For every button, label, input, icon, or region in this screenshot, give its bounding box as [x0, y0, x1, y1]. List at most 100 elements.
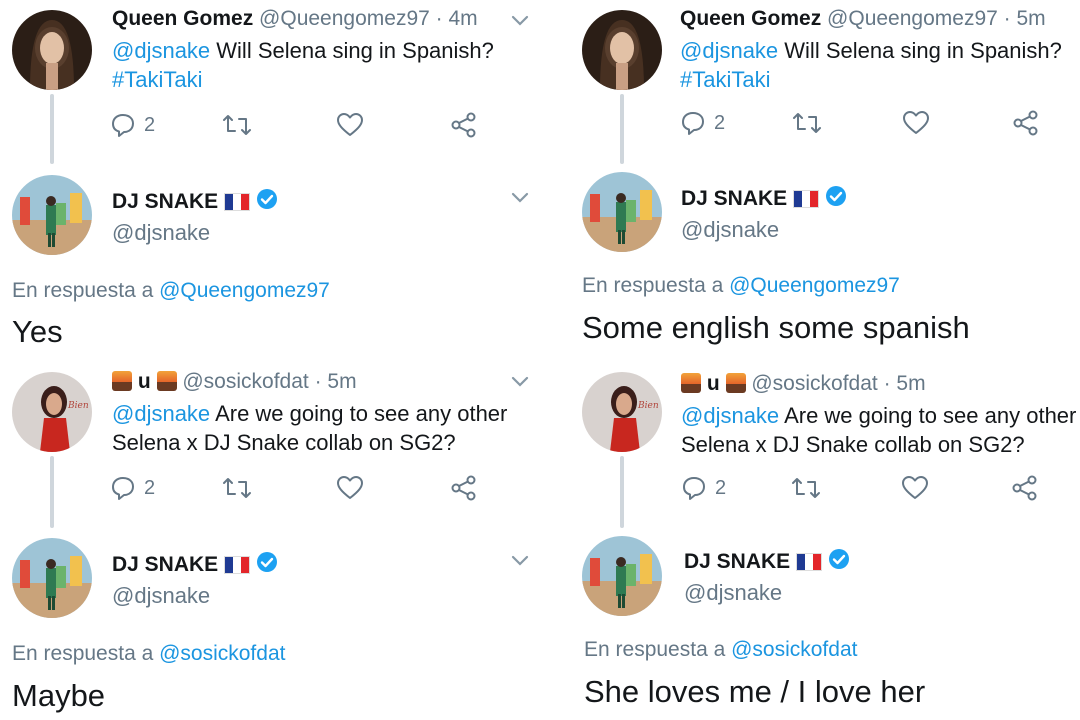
share-icon: [1012, 475, 1037, 501]
like-button[interactable]: [902, 108, 930, 138]
avatar-djsnake[interactable]: [582, 536, 662, 616]
reply-button[interactable]: 2: [110, 110, 155, 140]
retweet-button[interactable]: [792, 108, 822, 138]
avatar-djsnake[interactable]: [12, 175, 92, 255]
retweet-button[interactable]: [222, 110, 252, 140]
share-button[interactable]: [450, 110, 478, 140]
share-button[interactable]: [1011, 473, 1039, 503]
share-icon: [1013, 110, 1038, 136]
chevron-down-icon[interactable]: [511, 192, 529, 204]
reply-count: 2: [144, 476, 156, 499]
author-name[interactable]: DJ SNAKE: [112, 553, 218, 577]
volcano-emoji-icon: [156, 371, 177, 391]
thread-connector: [50, 456, 54, 528]
chevron-down-icon[interactable]: [511, 555, 529, 567]
author-handle[interactable]: @djsnake: [681, 217, 779, 243]
svg-text:Bien: Bien: [637, 401, 659, 411]
avatar-djsnake[interactable]: [12, 538, 92, 618]
tweet-time: · 4m: [435, 7, 478, 30]
reply-to-link[interactable]: @Queengomez97: [159, 279, 330, 302]
avatar-djsnake[interactable]: [582, 172, 662, 252]
hashtag-link[interactable]: #TakiTaki: [112, 67, 202, 92]
reply-button[interactable]: 2: [110, 473, 155, 503]
author-name-line: DJ SNAKE: [112, 551, 278, 579]
thread-connector: [50, 94, 54, 164]
author-name[interactable]: DJ SNAKE: [112, 190, 218, 214]
tweet-text: @djsnake Will Selena sing in Spanish?: [680, 36, 1062, 65]
volcano-emoji-icon: [681, 373, 701, 393]
author-handle[interactable]: @djsnake: [112, 583, 210, 609]
reply-to-link[interactable]: @sosickofdat: [159, 642, 285, 665]
france-flag-icon: [796, 553, 823, 571]
tweet-body: Are we going to see any other: [779, 403, 1077, 428]
tweet-time: · 5m: [1003, 7, 1046, 30]
hashtag-link[interactable]: #TakiTaki: [680, 67, 770, 92]
avatar-sosickofdat[interactable]: Bien: [582, 372, 662, 452]
like-button[interactable]: [336, 110, 364, 140]
author-handle[interactable]: @sosickofdat: [751, 372, 877, 395]
tweet-actions: 2: [110, 110, 490, 140]
france-flag-icon: [224, 556, 251, 574]
author-name[interactable]: DJ SNAKE: [684, 550, 790, 574]
france-flag-icon: [793, 190, 820, 208]
verified-badge-icon: [256, 551, 278, 579]
tweet-text: @djsnake Will Selena sing in Spanish?: [112, 36, 494, 65]
author-name[interactable]: Queen Gomez: [680, 7, 821, 30]
tweet-time: · 5m: [314, 370, 357, 393]
mention-link[interactable]: @djsnake: [112, 38, 210, 63]
author-name[interactable]: u: [138, 370, 151, 393]
verified-badge-icon: [825, 185, 847, 213]
retweet-icon: [793, 113, 821, 133]
screenshot-panel-right: Queen Gomez @Queengomez97 · 5m @djsnake …: [540, 0, 1080, 720]
retweet-button[interactable]: [791, 473, 821, 503]
author-name[interactable]: DJ SNAKE: [681, 187, 787, 211]
volcano-emoji-icon: [112, 371, 132, 391]
like-icon: [337, 476, 363, 499]
tweet-header: Queen Gomez @Queengomez97 · 5m: [680, 7, 1046, 31]
author-name[interactable]: u: [707, 372, 720, 395]
reply-button[interactable]: 2: [681, 473, 726, 503]
share-button[interactable]: [450, 473, 478, 503]
reply-button[interactable]: 2: [680, 108, 725, 138]
mention-link[interactable]: @djsnake: [681, 403, 779, 428]
author-handle[interactable]: @sosickofdat: [182, 370, 308, 393]
mention-link[interactable]: @djsnake: [680, 38, 778, 63]
reply-icon: [683, 477, 705, 500]
reply-to-link[interactable]: @sosickofdat: [731, 638, 857, 661]
reply-context: En respuesta a @Queengomez97: [12, 279, 330, 303]
share-button[interactable]: [1012, 108, 1040, 138]
mention-link[interactable]: @djsnake: [112, 401, 210, 426]
volcano-emoji-icon: [725, 373, 746, 393]
like-icon: [337, 113, 363, 136]
retweet-button[interactable]: [222, 473, 252, 503]
reply-context-label: En respuesta a: [582, 274, 730, 297]
author-handle[interactable]: @Queengomez97: [259, 7, 430, 30]
avatar-queengomez[interactable]: [582, 10, 662, 90]
reply-icon: [112, 114, 134, 137]
author-name[interactable]: Queen Gomez: [112, 7, 253, 30]
chevron-down-icon[interactable]: [511, 376, 529, 388]
reply-icon: [112, 477, 134, 500]
verified-badge-icon: [256, 188, 278, 216]
author-handle[interactable]: @djsnake: [112, 220, 210, 246]
avatar-queengomez[interactable]: [12, 10, 92, 90]
share-icon: [451, 475, 476, 501]
like-button[interactable]: [901, 473, 929, 503]
france-flag-icon: [224, 193, 251, 211]
reply-count: 2: [715, 476, 727, 499]
reply-context-label: En respuesta a: [12, 642, 160, 665]
author-handle[interactable]: @djsnake: [684, 580, 782, 606]
chevron-down-icon[interactable]: [511, 15, 529, 27]
tweet-time: · 5m: [883, 372, 926, 395]
reply-count: 2: [144, 113, 156, 136]
tweet-actions: 2: [110, 473, 490, 503]
tweet-actions: 2: [681, 473, 1061, 503]
tweet-actions: 2: [680, 108, 1060, 138]
author-handle[interactable]: @Queengomez97: [827, 7, 998, 30]
tweet-text-line2: Selena x DJ Snake collab on SG2?: [681, 432, 1025, 457]
reply-to-link[interactable]: @Queengomez97: [729, 274, 900, 297]
avatar-sosickofdat[interactable]: Bien: [12, 372, 92, 452]
reply-context: En respuesta a @sosickofdat: [12, 642, 285, 666]
retweet-icon: [792, 478, 820, 498]
like-button[interactable]: [336, 473, 364, 503]
